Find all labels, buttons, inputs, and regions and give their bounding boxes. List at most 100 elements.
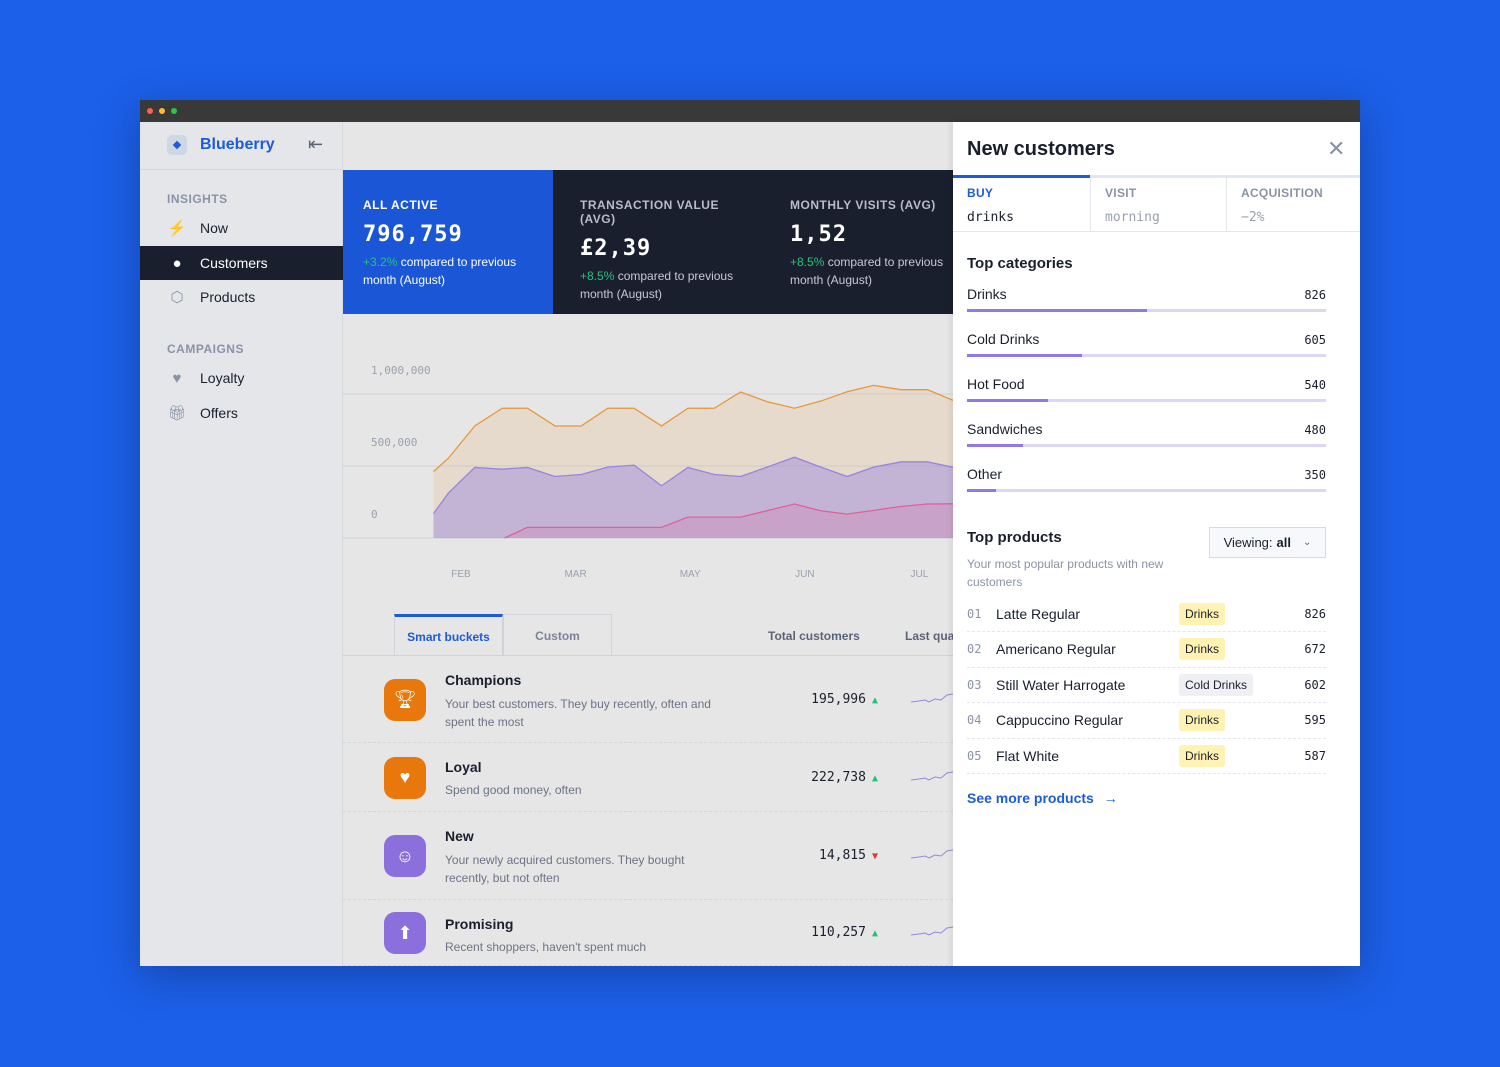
nav-label: Now — [200, 220, 229, 236]
panel-tab-acquisition[interactable]: ACQUISITION −2% — [1226, 175, 1360, 232]
sidebar-item-products[interactable]: ⬡ Products — [140, 280, 343, 314]
customers-area-chart: 1,000,000 500,000 0 FEB MAR MAY JUN JUL — [343, 364, 953, 580]
viewing-dropdown[interactable]: Viewing: all ⌄ — [1209, 527, 1326, 558]
close-icon[interactable]: ✕ — [1327, 136, 1345, 162]
stat-label: MONTHLY VISITS (AVG) — [790, 198, 936, 212]
stat-card-transaction[interactable]: TRANSACTION VALUE (AVG) £2,39 +8.5% comp… — [560, 170, 770, 314]
baby-icon: ☺ — [384, 835, 426, 877]
product-count: 602 — [1304, 677, 1326, 692]
y-tick-label: 1,000,000 — [371, 364, 431, 377]
stat-card-all-active[interactable]: ALL ACTIVE 796,759 +3.2% compared to pre… — [343, 170, 553, 314]
stat-label: ALL ACTIVE — [363, 198, 439, 212]
product-count: 672 — [1304, 642, 1326, 656]
sparkline — [911, 771, 953, 781]
table-row[interactable]: ♥ Loyal Spend good money, often 222,738 ▲ — [343, 743, 953, 812]
stat-value: £2,39 — [580, 236, 652, 261]
category-bar-track — [967, 309, 1326, 312]
bucket-description: Recent shoppers, haven't spent much — [445, 940, 647, 954]
sparkline — [911, 849, 953, 859]
y-tick-label: 0 — [371, 508, 378, 521]
category-bar-track — [967, 399, 1326, 402]
category-item[interactable]: Drinks 826 — [967, 286, 1326, 316]
column-last-quarter[interactable]: Last qua — [905, 629, 954, 643]
tab-label: VISIT — [1105, 186, 1137, 200]
maximize-window-button[interactable] — [171, 108, 177, 114]
x-tick-label: JUL — [911, 569, 929, 580]
table-row[interactable]: ⬆ Promising Recent shoppers, haven't spe… — [343, 900, 953, 966]
minimize-window-button[interactable] — [159, 108, 165, 114]
collapse-sidebar-icon[interactable]: ⇤ — [308, 134, 323, 155]
category-item[interactable]: Other 350 — [967, 466, 1326, 496]
category-bar-fill — [967, 444, 1023, 447]
sidebar-item-customers[interactable]: ● Customers — [140, 246, 343, 280]
divider — [140, 169, 343, 170]
product-row[interactable]: 04 Cappuccino Regular Drinks 595 — [967, 703, 1326, 739]
category-name: Cold Drinks — [967, 331, 1040, 347]
category-item[interactable]: Hot Food 540 — [967, 376, 1326, 406]
trophy-icon: 🏆︎ — [384, 678, 426, 721]
heart-icon: ♥ — [384, 756, 426, 799]
bucket-description: Spend good money, often — [445, 783, 582, 797]
product-count: 595 — [1304, 713, 1326, 727]
table-row[interactable]: ☺ New Your newly acquired customers. The… — [343, 812, 953, 900]
category-count: 605 — [1304, 333, 1326, 347]
bucket-description: Your newly acquired customers. They boug… — [445, 853, 685, 885]
table-row[interactable]: 🏆︎ Champions Your best customers. They b… — [343, 656, 953, 743]
sidebar-item-offers[interactable]: 🎁︎ Offers — [140, 396, 343, 430]
arrow-up-icon: ⬆ — [384, 912, 426, 954]
nav-label: Loyalty — [200, 370, 245, 386]
product-rank: 05 — [967, 748, 982, 763]
trend-up-icon: ▲ — [871, 772, 878, 784]
product-row[interactable]: 03 Still Water Harrogate Cold Drinks 602 — [967, 667, 1326, 703]
total-value: 222,738 — [811, 769, 866, 785]
product-row[interactable]: 02 Americano Regular Drinks 672 — [967, 632, 1326, 668]
new-customers-panel: New customers ✕ BUY drinks VISIT morning A… — [953, 122, 1360, 966]
panel-tab-visit[interactable]: VISIT morning — [1090, 175, 1226, 232]
category-bar-track — [967, 354, 1326, 357]
product-row[interactable]: 05 Flat White Drinks 587 — [967, 738, 1326, 774]
product-name: Flat White — [996, 747, 1060, 764]
product-name: Americano Regular — [996, 641, 1116, 657]
close-window-button[interactable] — [147, 108, 153, 114]
category-name: Drinks — [967, 286, 1007, 302]
see-more-products-link[interactable]: See more products → — [967, 790, 1118, 806]
stat-change: +8.5% — [790, 255, 825, 269]
category-count: 826 — [1304, 288, 1326, 302]
category-name: Sandwiches — [967, 421, 1043, 437]
nav-label: Offers — [200, 405, 238, 421]
tab-custom[interactable]: Custom — [503, 614, 612, 656]
x-tick-label: FEB — [451, 569, 471, 580]
section-insights: INSIGHTS — [167, 192, 228, 206]
bolt-icon: ⚡ — [167, 220, 187, 237]
sidebar-item-now[interactable]: ⚡ Now — [140, 211, 343, 245]
product-category-tag: Drinks — [1179, 744, 1226, 767]
tab-smart-buckets[interactable]: Smart buckets — [394, 614, 503, 656]
sparkline — [911, 926, 953, 936]
tab-value: −2% — [1241, 210, 1265, 225]
product-rank: 03 — [967, 677, 982, 692]
product-name: Still Water Harrogate — [996, 676, 1126, 693]
category-item[interactable]: Cold Drinks 605 — [967, 331, 1326, 361]
product-name: Cappuccino Regular — [996, 712, 1123, 728]
product-category-tag: Drinks — [1179, 638, 1226, 660]
app-name: Blueberry — [200, 136, 275, 153]
nav-label: Products — [200, 289, 256, 305]
title-bar — [140, 100, 1360, 122]
stat-value: 1,52 — [790, 222, 847, 247]
sidebar: Blueberry ⇤ INSIGHTS ⚡ Now ● Customers ⬡ Pr… — [140, 122, 343, 966]
product-category-tag: Cold Drinks — [1179, 673, 1254, 696]
stat-card-visits[interactable]: MONTHLY VISITS (AVG) 1,52 +8.5% compared… — [770, 170, 960, 314]
total-customers: 14,815 ▼ — [819, 848, 878, 863]
top-categories-title: Top categories — [967, 255, 1073, 272]
category-item[interactable]: Sandwiches 480 — [967, 421, 1326, 451]
product-row[interactable]: 01 Latte Regular Drinks 826 — [967, 596, 1326, 632]
sidebar-item-loyalty[interactable]: ♥ Loyalty — [140, 361, 343, 395]
total-customers: 110,257 ▲ — [811, 925, 878, 940]
column-total-customers[interactable]: Total customers — [768, 629, 860, 643]
dropdown-prefix: Viewing: — [1223, 535, 1273, 550]
total-customers: 195,996 ▲ — [811, 692, 878, 707]
category-bar-fill — [967, 489, 996, 492]
product-count: 826 — [1304, 606, 1326, 621]
trend-up-icon: ▲ — [871, 694, 878, 706]
panel-tab-buy[interactable]: BUY drinks — [953, 175, 1090, 232]
